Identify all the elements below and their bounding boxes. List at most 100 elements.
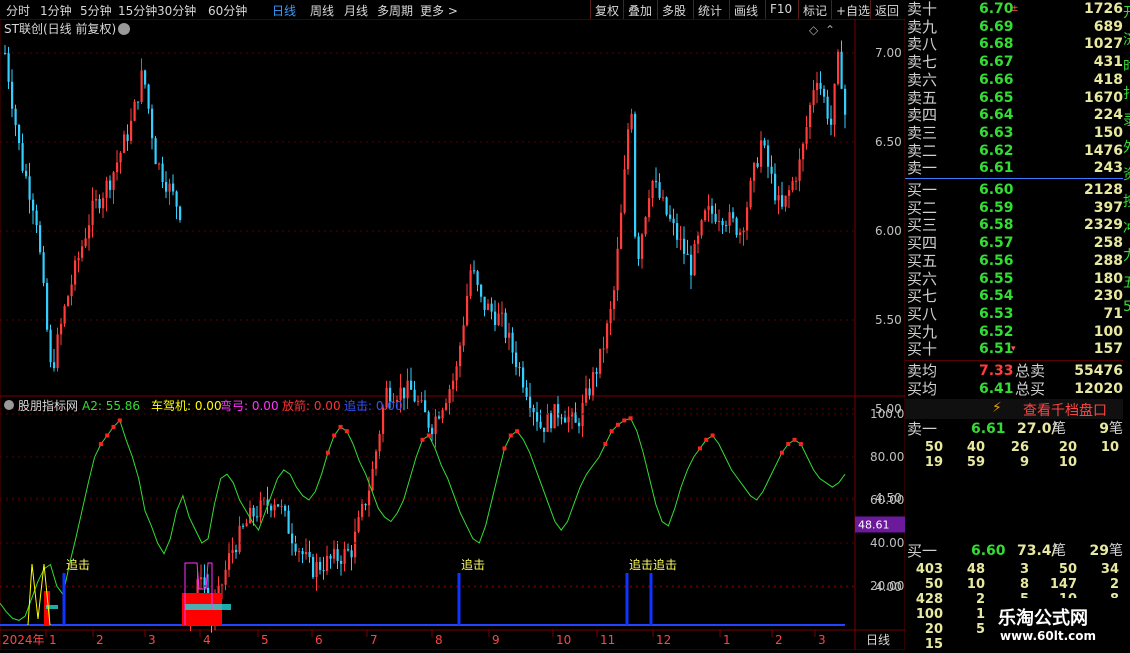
candle-body xyxy=(231,549,234,554)
view-full-depth-button[interactable]: ⚡ 查看千档盘口 xyxy=(905,399,1123,419)
action-button-5[interactable]: F10 xyxy=(770,2,792,16)
level-label: 买十 xyxy=(907,340,938,359)
candle-body xyxy=(739,232,742,236)
candle-body xyxy=(63,306,66,324)
action-button-2[interactable]: 多股 xyxy=(662,2,686,19)
candle-body xyxy=(441,409,444,419)
indicator-high-marker xyxy=(117,418,122,423)
tick-value: 5 xyxy=(975,622,985,637)
candle-body xyxy=(158,163,161,165)
level-mark: ± xyxy=(1011,4,1019,14)
action-button-1[interactable]: 叠加 xyxy=(628,2,652,19)
candle-body xyxy=(676,223,679,240)
sell-level-row: 卖六 6.66 418 xyxy=(905,71,1123,89)
level-price: 6.63 xyxy=(979,124,1014,141)
indicator-high-marker xyxy=(798,442,803,447)
title-dropdown-icon xyxy=(118,23,130,35)
toolbar-separator xyxy=(831,0,832,19)
period-tab-7[interactable]: 周线 xyxy=(310,2,334,19)
action-button-4[interactable]: 画线 xyxy=(734,2,758,19)
candle-body xyxy=(11,81,14,109)
level-price: 6.53 xyxy=(979,305,1014,322)
candle-body xyxy=(585,388,588,403)
avg-label: 卖均 xyxy=(907,362,938,380)
period-tab-0[interactable]: 分时 xyxy=(6,2,30,19)
period-tab-6[interactable]: 日线 xyxy=(272,2,296,19)
indicator-high-marker xyxy=(344,429,349,434)
candle-body xyxy=(242,525,245,527)
month-label: 6 xyxy=(315,633,323,647)
indicator-tick-label: 80.00 xyxy=(870,450,904,464)
candle-body xyxy=(529,396,532,409)
candle-body xyxy=(837,51,840,84)
period-tab-4[interactable]: 30分钟 xyxy=(157,2,196,19)
period-tab-5[interactable]: 60分钟 xyxy=(208,2,247,19)
candle-body xyxy=(487,303,490,310)
candle-body xyxy=(49,329,52,363)
indicator-item-3: 放箭: 0.00 xyxy=(282,398,341,413)
period-tab-1[interactable]: 1分钟 xyxy=(40,2,72,19)
indicator-high-marker xyxy=(697,446,702,451)
action-button-3[interactable]: 统计 xyxy=(698,2,722,19)
candle-body xyxy=(165,182,168,192)
indicator-high-marker xyxy=(786,442,791,447)
price-tick-label: 6.50 xyxy=(875,135,902,149)
side-glyph: 济 xyxy=(1123,29,1130,49)
candle-body xyxy=(728,212,731,226)
sell1-detail-header: 卖一 6.61 27.0/笔 9 笔 xyxy=(905,420,1123,438)
level-price: 6.57 xyxy=(979,235,1014,252)
candle-body xyxy=(473,270,476,272)
action-button-6[interactable]: 标记 xyxy=(803,2,827,19)
period-tab-8[interactable]: 月线 xyxy=(344,2,368,19)
candle-body xyxy=(46,282,49,330)
candle-body xyxy=(175,191,178,207)
indicator-item-2: 弯弓: 0.00 xyxy=(220,398,279,413)
candle-body xyxy=(539,421,542,428)
action-button-7[interactable]: +自选 xyxy=(836,2,870,19)
indicator-tick-label: 100.0 xyxy=(870,407,904,421)
candle-body xyxy=(777,195,780,201)
candle-body xyxy=(469,270,472,296)
level-volume: 180 xyxy=(1093,270,1123,287)
period-tab-10[interactable]: 更多 > xyxy=(420,2,458,19)
side-glyph: 力 xyxy=(1123,245,1130,265)
candle-body xyxy=(291,533,294,544)
indicator-high-marker xyxy=(603,442,608,447)
tick-value: 8 xyxy=(1019,577,1029,592)
tick-value: 50 xyxy=(924,577,943,592)
side-glyph: 开 xyxy=(1123,2,1130,22)
level-volume: 397 xyxy=(1093,199,1123,216)
action-button-0[interactable]: 复权 xyxy=(595,2,619,19)
order-book-panel: 卖十 6.70 ±1726 卖九 6.69 689 卖八 6.68 1027 卖七 6.67 431 卖… xyxy=(905,0,1130,652)
period-tab-2[interactable]: 5分钟 xyxy=(80,2,112,19)
indicator-dropdown-icon xyxy=(4,400,14,410)
indicator-high-marker xyxy=(615,422,620,427)
candle-body xyxy=(802,143,805,160)
candle-body xyxy=(315,561,318,578)
buy-level-row: 买二 6.59 397 xyxy=(905,199,1123,217)
tick-value: 2 xyxy=(1109,577,1119,592)
candle-body xyxy=(112,172,115,190)
candle-body xyxy=(21,143,24,171)
candle-body xyxy=(466,295,469,326)
level-price: 6.62 xyxy=(979,142,1014,159)
candle-body xyxy=(81,246,84,258)
period-tab-9[interactable]: 多周期 xyxy=(377,2,413,19)
candle-body xyxy=(14,108,17,125)
indicator-high-marker xyxy=(779,450,784,455)
candle-body xyxy=(88,225,91,239)
watermark-title: 乐淘公式网 xyxy=(998,608,1088,629)
order-count: 9 xyxy=(1099,421,1109,437)
candle-body xyxy=(109,180,112,190)
candle-body xyxy=(368,490,371,506)
candle-body xyxy=(406,380,409,399)
chart-frame xyxy=(0,19,905,650)
candle-body xyxy=(154,138,157,165)
indicator-high-marker xyxy=(420,437,425,442)
period-tab-3[interactable]: 15分钟 xyxy=(118,2,157,19)
action-button-8[interactable]: 返回 xyxy=(875,2,899,19)
candle-body xyxy=(711,205,714,214)
candle-body xyxy=(91,200,94,226)
indicator-high-marker xyxy=(325,450,330,455)
tick-value: 100 xyxy=(915,607,943,622)
